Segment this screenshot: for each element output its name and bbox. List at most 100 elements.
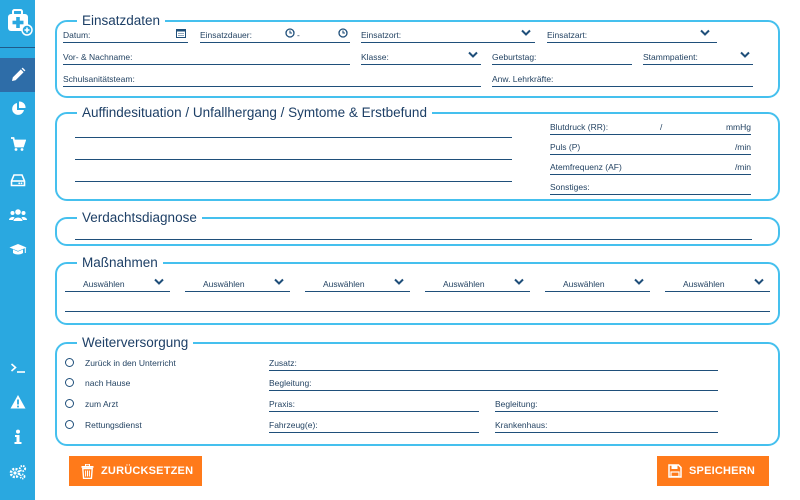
graduation-cap-icon xyxy=(9,244,26,255)
massnahme-select-6[interactable]: Auswählen xyxy=(665,277,770,292)
radio-label: nach Hause xyxy=(85,378,131,388)
geburtstag-field[interactable]: Geburtstag: xyxy=(492,50,632,65)
radio-label: Rettungsdienst xyxy=(85,420,142,430)
nav-info[interactable] xyxy=(0,420,35,454)
pie-chart-icon xyxy=(11,101,26,115)
klasse-select[interactable]: Klasse: xyxy=(361,50,481,65)
sidebar xyxy=(0,0,35,500)
pencil-icon xyxy=(11,67,25,81)
nav-console[interactable] xyxy=(0,351,35,385)
krankenhaus-label: Krankenhaus: xyxy=(495,420,548,430)
team-label: Schulsanitätsteam: xyxy=(63,74,135,84)
chevron-down-icon xyxy=(634,278,644,285)
chevron-down-icon xyxy=(154,278,164,285)
section-title-verdachtsdiagnose: Verdachtsdiagnose xyxy=(77,209,202,227)
team-field[interactable]: Schulsanitätsteam: xyxy=(63,72,481,87)
befund-line-3[interactable] xyxy=(75,180,512,182)
stammpatient-select[interactable]: Stammpatient: xyxy=(643,50,753,65)
chevron-down-icon xyxy=(754,278,764,285)
einsatzart-select[interactable]: Einsatzart: xyxy=(547,28,717,43)
einsatzdauer-field[interactable]: Einsatzdauer: - xyxy=(200,28,350,43)
sidebar-divider xyxy=(0,47,35,48)
radio-rettungsdienst[interactable] xyxy=(65,420,74,429)
massnahme-select-text: Auswählen xyxy=(203,279,245,289)
first-aid-kit-icon xyxy=(8,9,33,36)
atemfrequenz-field[interactable]: Atemfrequenz (AF) /min xyxy=(550,160,751,175)
sonstiges-label: Sonstiges: xyxy=(550,182,590,192)
befund-line-1[interactable] xyxy=(75,136,512,138)
verdachtsdiagnose-input[interactable] xyxy=(75,238,752,240)
datum-field[interactable]: Datum: xyxy=(63,28,188,43)
reset-button-label: ZURÜCKSETZEN xyxy=(101,465,194,477)
section-title-weiterversorgung: Weiterversorgung xyxy=(77,334,194,352)
nav-team[interactable] xyxy=(0,198,35,232)
blutdruck-unit: mmHg xyxy=(725,122,751,132)
massnahme-select-text: Auswählen xyxy=(683,279,725,289)
krankenhaus-field[interactable]: Krankenhaus: xyxy=(495,418,718,433)
nav-statistics[interactable] xyxy=(0,92,35,126)
save-button[interactable]: SPEICHERN xyxy=(657,456,769,486)
fahrzeug-field[interactable]: Fahrzeug(e): xyxy=(269,418,479,433)
atemfrequenz-label: Atemfrequenz (AF) xyxy=(550,162,622,172)
chevron-down-icon xyxy=(700,29,710,36)
section-title-massnahmen: Maßnahmen xyxy=(77,254,163,272)
blutdruck-field[interactable]: Blutdruck (RR): / mmHg xyxy=(550,120,751,135)
radio-label: zum Arzt xyxy=(85,399,119,409)
nav-training[interactable] xyxy=(0,232,35,266)
chevron-down-icon xyxy=(521,29,531,36)
lehrkraefte-label: Anw. Lehrkräfte: xyxy=(492,74,554,84)
gears-icon xyxy=(9,464,26,480)
befund-line-2[interactable] xyxy=(75,158,512,160)
app-logo[interactable] xyxy=(0,0,35,46)
praxis-label: Praxis: xyxy=(269,399,295,409)
begleitung-arzt-field[interactable]: Begleitung: xyxy=(495,397,718,412)
nav-settings[interactable] xyxy=(0,455,35,489)
praxis-field[interactable]: Praxis: xyxy=(269,397,479,412)
hard-drive-icon xyxy=(10,174,25,187)
radio-zurueck-unterricht[interactable] xyxy=(65,358,74,367)
sonstiges-field[interactable]: Sonstiges: xyxy=(550,180,751,195)
fieldset-massnahmen: Maßnahmen xyxy=(55,254,780,325)
massnahme-select-text: Auswählen xyxy=(563,279,605,289)
zusatz-label: Zusatz: xyxy=(269,358,297,368)
massnahmen-notes-input[interactable] xyxy=(65,310,770,312)
name-field[interactable]: Vor- & Nachname: xyxy=(63,50,350,65)
radio-nach-hause[interactable] xyxy=(65,378,74,387)
reset-button[interactable]: ZURÜCKSETZEN xyxy=(69,456,202,486)
nav-storage[interactable] xyxy=(0,163,35,197)
massnahme-select-4[interactable]: Auswählen xyxy=(425,277,530,292)
einsatzort-select[interactable]: Einsatzort: xyxy=(361,28,535,43)
section-title-auffindesituation: Auffindesituation / Unfallhergang / Symt… xyxy=(77,104,432,122)
fahrzeug-label: Fahrzeug(e): xyxy=(269,420,318,430)
lehrkraefte-field[interactable]: Anw. Lehrkräfte: xyxy=(492,72,753,87)
massnahme-select-3[interactable]: Auswählen xyxy=(305,277,410,292)
chevron-down-icon xyxy=(740,51,750,58)
massnahme-select-1[interactable]: Auswählen xyxy=(65,277,170,292)
dauer-separator: - xyxy=(297,30,300,40)
geburtstag-label: Geburtstag: xyxy=(492,52,537,62)
klasse-label: Klasse: xyxy=(361,52,389,62)
einsatzort-label: Einsatzort: xyxy=(361,30,402,40)
nav-einsatz[interactable] xyxy=(0,58,35,92)
begleitung-field[interactable]: Begleitung: xyxy=(269,376,718,391)
calendar-icon[interactable] xyxy=(176,28,186,38)
massnahme-select-5[interactable]: Auswählen xyxy=(545,277,650,292)
cart-icon xyxy=(10,137,26,151)
stammpatient-label: Stammpatient: xyxy=(643,52,698,62)
trash-icon xyxy=(81,463,94,479)
puls-field[interactable]: Puls (P) /min xyxy=(550,140,751,155)
puls-label: Puls (P) xyxy=(550,142,581,152)
chevron-down-icon xyxy=(514,278,524,285)
zusatz-field[interactable]: Zusatz: xyxy=(269,356,718,371)
einsatzdauer-label: Einsatzdauer: xyxy=(200,30,252,40)
clock-start-icon[interactable] xyxy=(285,28,295,38)
chevron-down-icon xyxy=(274,278,284,285)
massnahme-select-2[interactable]: Auswählen xyxy=(185,277,290,292)
nav-warnings[interactable] xyxy=(0,385,35,419)
radio-zum-arzt[interactable] xyxy=(65,399,74,408)
atemfrequenz-unit: /min xyxy=(734,162,751,172)
name-label: Vor- & Nachname: xyxy=(63,52,133,62)
nav-orders[interactable] xyxy=(0,127,35,161)
chevron-down-icon xyxy=(394,278,404,285)
clock-end-icon[interactable] xyxy=(338,28,348,38)
